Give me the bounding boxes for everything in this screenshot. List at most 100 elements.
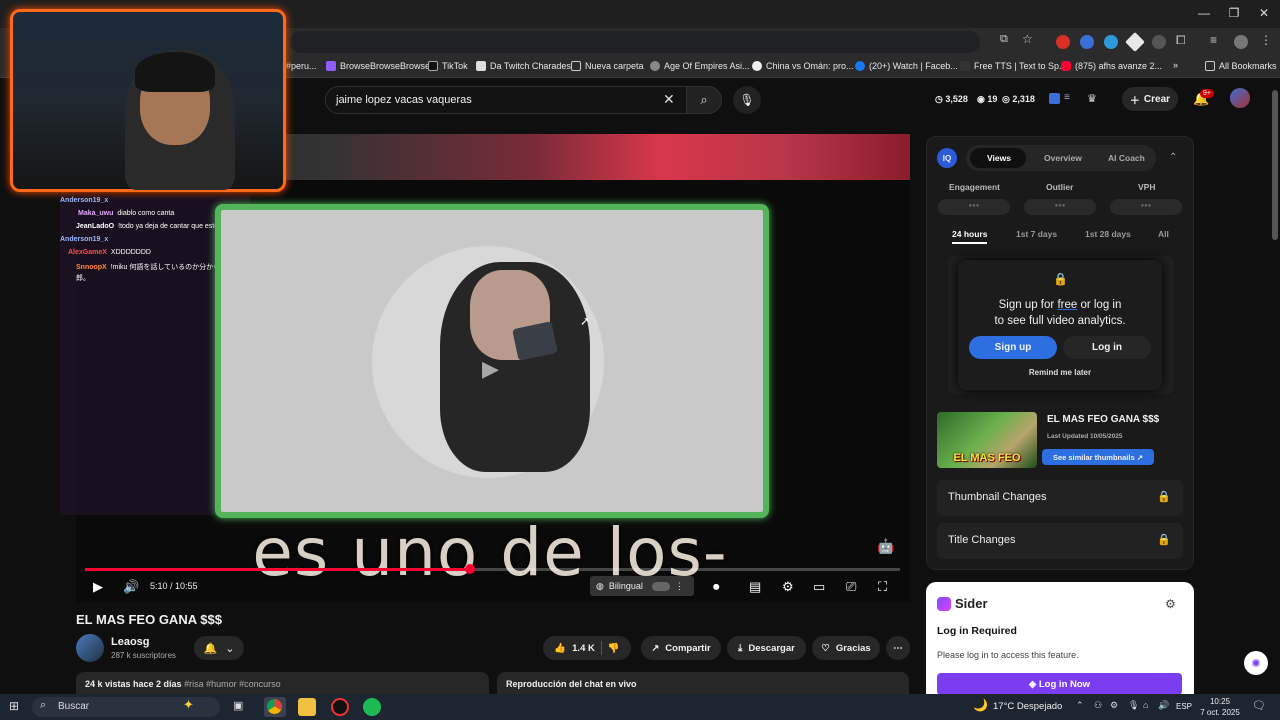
toggle-switch[interactable] [651, 581, 670, 591]
more-icon[interactable]: ⋮ [675, 581, 684, 592]
weather-text[interactable]: 17°C Despejado [993, 701, 1062, 712]
extension-icon[interactable] [1104, 35, 1118, 49]
sider-login-button[interactable]: ◈ Log in Now [937, 673, 1182, 695]
volume-icon[interactable]: 🔊 [123, 579, 139, 595]
settings-icon[interactable]: ⚙ [1165, 597, 1176, 611]
bookmark-item[interactable]: (20+) Watch | Faceb... [855, 61, 958, 71]
chat-username[interactable]: Anderson19_x [60, 236, 108, 243]
tab-views[interactable]: Views [987, 153, 1011, 163]
scrollbar[interactable] [1272, 90, 1278, 240]
period-all[interactable]: All [1158, 229, 1169, 239]
theater-mode-icon[interactable]: ▭ [813, 579, 825, 595]
create-button[interactable]: ＋ Crear [1122, 87, 1178, 111]
sider-float-button[interactable]: ✺ [1244, 651, 1268, 675]
fullscreen-icon[interactable]: ⛶ [878, 579, 887, 595]
minimize-icon[interactable]: — [1194, 6, 1214, 20]
period-7d[interactable]: 1st 7 days [1016, 229, 1057, 239]
channel-avatar[interactable] [76, 634, 104, 662]
settings-icon[interactable]: ⚙ [782, 579, 794, 595]
bookmark-item[interactable]: TikTok [428, 61, 468, 71]
task-view-icon[interactable]: ▣ [233, 699, 243, 712]
description-box[interactable]: 24 k vistas hace 2 días #risa #humor #co… [76, 672, 489, 694]
bookmark-item[interactable]: Da Twitch Charades [476, 61, 571, 71]
search-button[interactable]: ⌕ [686, 86, 722, 114]
bilingual-toggle[interactable]: ◍ Bilingual ⋮ [590, 576, 694, 596]
bookmark-item[interactable]: Nueva carpeta [571, 61, 644, 71]
extension-icon[interactable] [1049, 93, 1060, 104]
notifications-icon[interactable]: 🗨 [1252, 699, 1266, 712]
network-icon[interactable]: ⌂ [1143, 700, 1148, 710]
bookmark-item[interactable]: BrowseBrowseBrowse [326, 61, 430, 71]
chat-username[interactable]: Maka_uwu [78, 210, 113, 217]
autoplay-toggle-icon[interactable]: ⏺ [713, 579, 720, 595]
voice-search-button[interactable]: 🎙 [733, 86, 761, 114]
avatar[interactable] [1230, 88, 1250, 108]
bookmark-item[interactable]: Age Of Empires Asi... [650, 61, 750, 71]
subtitles-icon[interactable]: ▤ [749, 579, 761, 595]
last-updated: Last Updated 10/05/2025 [1047, 433, 1123, 440]
trophy-icon[interactable]: ♛ [1087, 92, 1097, 105]
subscription-bell-button[interactable]: 🔔 ⌄ [194, 636, 244, 660]
chat-username[interactable]: Anderson19_x [60, 197, 108, 204]
more-actions-button[interactable]: ⋯ [886, 636, 910, 660]
address-bar[interactable] [290, 31, 980, 53]
clear-search-icon[interactable]: ✕ [663, 91, 675, 108]
extension-icon[interactable] [1080, 35, 1094, 49]
volume-icon[interactable]: 🔊 [1158, 700, 1169, 711]
thanks-button[interactable]: ♡ Gracias [812, 636, 880, 660]
bookmark-item[interactable]: #peru... [286, 61, 317, 71]
title-changes-row[interactable]: Title Changes 🔒 [937, 523, 1183, 559]
like-button[interactable]: 👍 1.4 K [554, 643, 595, 654]
all-bookmarks[interactable]: All Bookmarks [1205, 61, 1277, 71]
remind-later-link[interactable]: Remind me later [958, 368, 1162, 377]
profile-icon[interactable] [1234, 35, 1248, 49]
puzzle-icon[interactable]: ⧠ [1176, 33, 1186, 48]
chat-replay-header[interactable]: Reproducción del chat en vivo [497, 672, 909, 694]
bookmark-item[interactable]: Free TTS | Text to Sp... [960, 61, 1067, 71]
tray-icon[interactable]: ⚇ [1094, 700, 1102, 711]
bookmarks-overflow[interactable]: » [1173, 60, 1178, 70]
extension-icon[interactable] [1056, 35, 1070, 49]
chat-username[interactable]: JeanLadoO [76, 223, 114, 230]
login-button[interactable]: Log in [1063, 336, 1151, 359]
tab-ai-coach[interactable]: AI Coach [1108, 153, 1145, 163]
collapse-icon[interactable]: ⌃ [1169, 152, 1177, 163]
windows-start-icon[interactable]: ⊞ [9, 699, 19, 713]
kebab-menu-icon[interactable]: ⋮ [1260, 33, 1272, 47]
file-explorer-icon[interactable] [298, 698, 316, 716]
share-button[interactable]: ↗ Compartir [641, 636, 721, 660]
close-icon[interactable]: ✕ [1254, 6, 1274, 20]
bookmark-item[interactable]: China vs Omán: pro... [752, 61, 854, 71]
thumbnail-changes-row[interactable]: Thumbnail Changes 🔒 [937, 480, 1183, 516]
extension-icon[interactable] [1152, 35, 1166, 49]
microphone-icon[interactable]: 🎙 [1128, 700, 1139, 711]
chat-username[interactable]: SnnoopX [76, 264, 107, 271]
similar-thumbnails-button[interactable]: See similar thumbnails ↗ [1042, 449, 1154, 465]
play-icon[interactable]: ▶ [93, 579, 103, 595]
signup-button[interactable]: Sign up [969, 336, 1057, 359]
play-overlay-icon[interactable]: ▶ [482, 356, 499, 382]
obs-icon[interactable] [331, 698, 349, 716]
search-input[interactable]: jaime lopez vacas vaqueras [325, 86, 687, 114]
chat-username[interactable]: AlexGameX [68, 249, 107, 256]
star-icon[interactable]: ☆ [1022, 32, 1033, 46]
dislike-button[interactable]: 👎 [608, 643, 620, 654]
period-24h[interactable]: 24 hours [952, 229, 988, 244]
bars-icon[interactable]: ≡ [1064, 92, 1070, 103]
bookmark-item[interactable]: (875) afhs avanze 2... [1061, 61, 1162, 71]
menu-icon[interactable]: ≡ [1210, 33, 1217, 47]
tray-icon[interactable]: ⚙ [1110, 700, 1118, 711]
download-button[interactable]: ⤓ Descargar [727, 636, 806, 660]
language-indicator[interactable]: ESP [1176, 702, 1192, 711]
clock[interactable]: 10:25 7 oct. 2025 [1200, 696, 1240, 718]
spotify-icon[interactable] [363, 698, 381, 716]
cast-icon[interactable]: ⎚ [846, 579, 856, 595]
tab-overview[interactable]: Overview [1044, 153, 1082, 163]
period-28d[interactable]: 1st 28 days [1085, 229, 1131, 239]
install-icon[interactable]: ⧉ [1000, 33, 1008, 46]
eye-icon: ◎ [1002, 94, 1013, 104]
heart-dollar-icon: ♡ [821, 642, 830, 654]
restore-icon[interactable]: ❐ [1224, 6, 1244, 20]
channel-name[interactable]: Leaosg [111, 636, 150, 648]
tray-chevron-icon[interactable]: ⌃ [1076, 700, 1084, 711]
